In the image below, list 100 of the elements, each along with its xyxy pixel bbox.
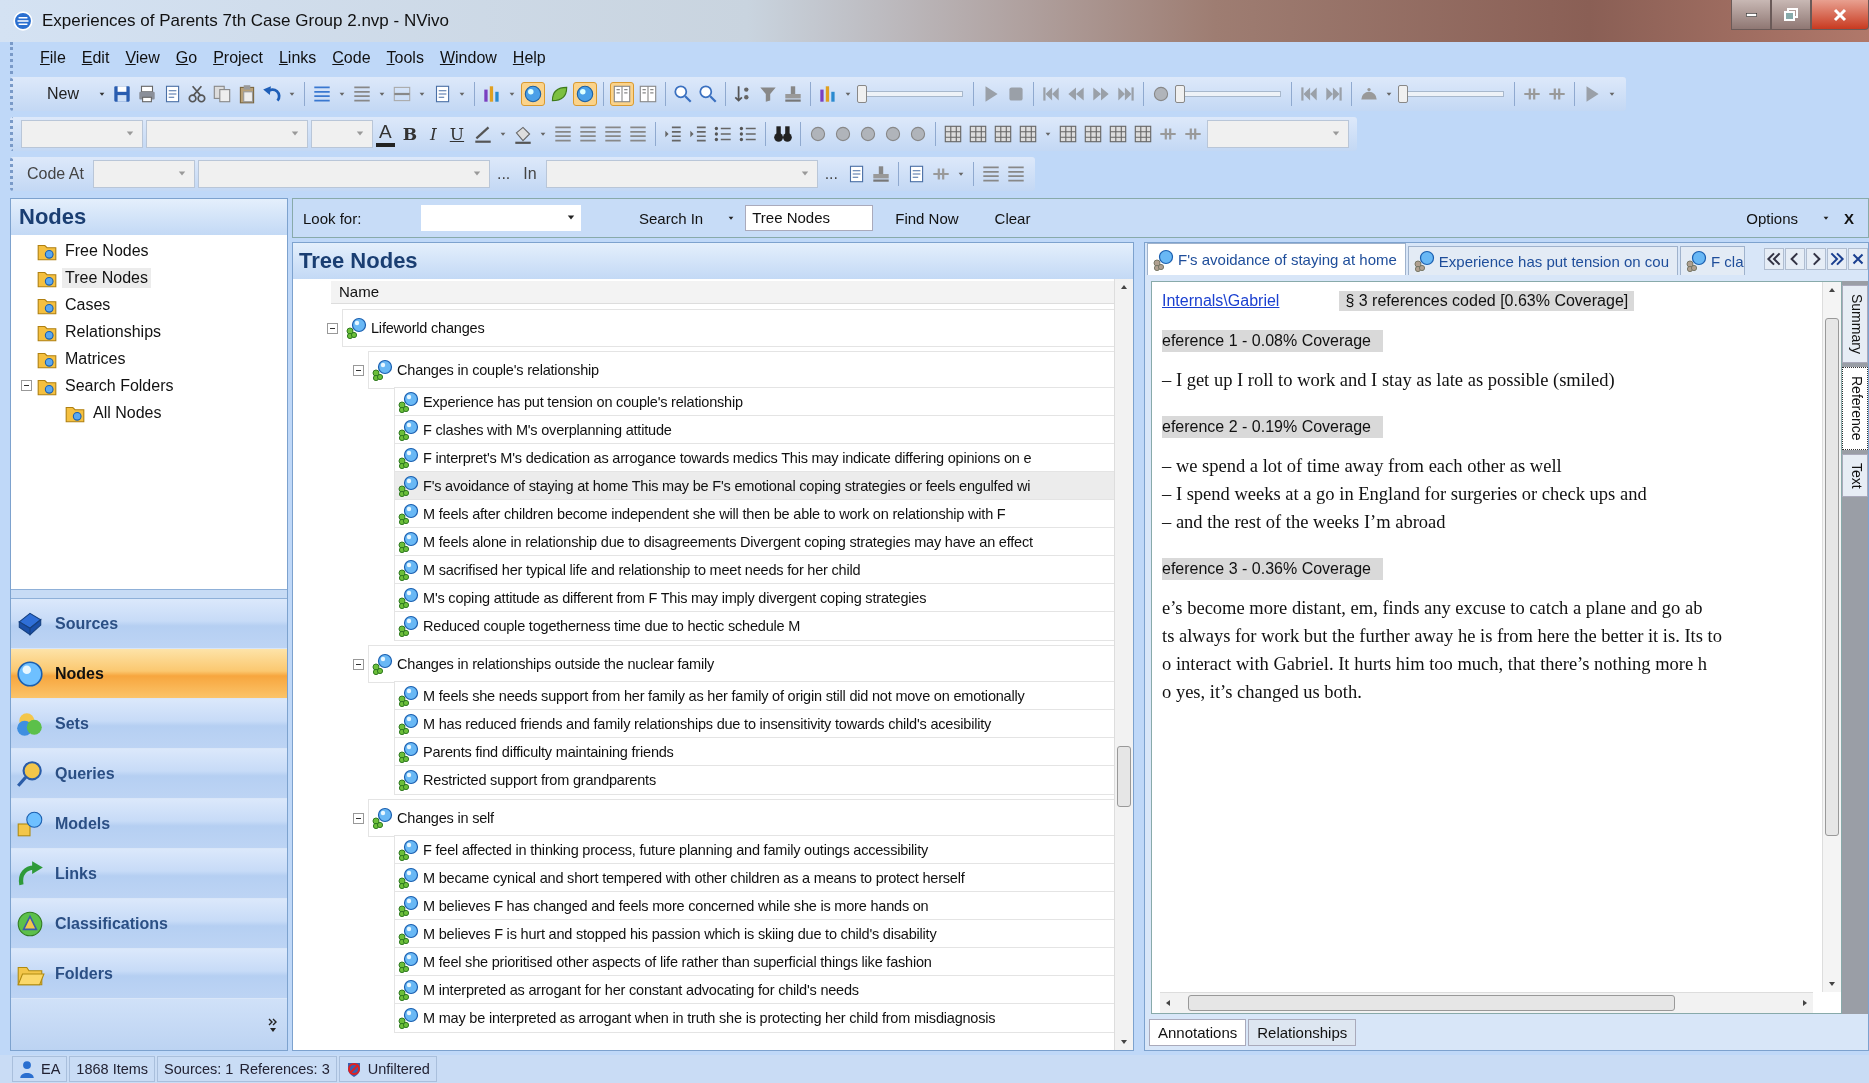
splitter-handle[interactable] (11, 589, 287, 599)
browse-button[interactable]: ... (492, 165, 515, 183)
side-tab[interactable]: Reference (1842, 366, 1868, 450)
folder-item[interactable]: Cases (62, 294, 114, 315)
document-tab[interactable]: Experience has put tension on cou (1407, 246, 1678, 275)
vertical-scrollbar[interactable] (1114, 279, 1133, 1050)
format-button[interactable]: U (444, 124, 470, 144)
navigation-button[interactable]: Nodes (11, 649, 287, 699)
source-link[interactable]: Internals\Gabriel (1162, 292, 1280, 310)
panel-icon[interactable] (610, 82, 634, 106)
magnifier-icon[interactable] (697, 83, 719, 105)
collapse-icon[interactable] (353, 658, 364, 670)
magnifier-icon[interactable] (672, 83, 694, 105)
close-icon[interactable] (1848, 248, 1868, 270)
menu-item[interactable]: Links (273, 47, 322, 69)
document-tab[interactable]: F's avoidance of staying at home (1147, 243, 1406, 275)
bottom-tab[interactable]: Relationships (1248, 1018, 1357, 1046)
search-in-button[interactable]: Search In (625, 205, 718, 231)
folder-item[interactable]: Tree Nodes (62, 267, 151, 288)
node-row[interactable]: Changes in self (368, 799, 1114, 837)
node-row[interactable]: M's coping attitude as different from F This may imply divergent coping strategies (394, 583, 1114, 613)
stamp-icon[interactable] (782, 83, 804, 105)
menu-item[interactable]: Tools (381, 47, 429, 69)
node-row[interactable]: Changes in couple's relationship (368, 351, 1114, 389)
sphere-icon[interactable] (573, 82, 597, 106)
navigation-button[interactable]: Sources (11, 599, 287, 649)
node-row[interactable]: Restricted support from grandparents (394, 765, 1114, 795)
node-row[interactable]: M has reduced friends and family relationships due to insensitivity towards child's acesibility (394, 709, 1114, 739)
slider-thumb[interactable] (1175, 85, 1185, 103)
restore-button[interactable] (1771, 0, 1811, 30)
node-row[interactable]: Lifeworld changes (342, 309, 1114, 347)
node-row[interactable]: M believes F is hurt and stopped his passion which is skiing due to child's disability (394, 919, 1114, 949)
new-button[interactable]: New (21, 83, 93, 105)
table-style-dropdown[interactable] (1207, 120, 1350, 148)
node-row[interactable]: M believes F has changed and feels more concerned while she is more hands on (394, 891, 1114, 921)
menu-item[interactable]: View (120, 47, 165, 69)
side-tab[interactable]: Summary (1842, 285, 1868, 363)
font-size-dropdown[interactable] (311, 120, 373, 148)
menu-item[interactable]: Edit (76, 47, 115, 69)
node-row[interactable]: M sacrifised her typical life and relationship to meet needs for her child (394, 555, 1114, 585)
node-row[interactable]: Reduced couple togetherness time due to hectic schedule M (394, 611, 1114, 641)
navigation-button[interactable]: Models (11, 799, 287, 849)
close-button[interactable]: X (1840, 205, 1858, 231)
format-button[interactable]: B (397, 124, 423, 144)
scissors-icon[interactable] (186, 83, 208, 105)
printer-icon[interactable] (136, 83, 158, 105)
close-button[interactable] (1811, 0, 1869, 30)
horizontal-scrollbar[interactable] (1160, 992, 1813, 1013)
floppy-icon[interactable] (111, 83, 133, 105)
bottom-tab[interactable]: Annotations (1149, 1018, 1247, 1046)
node-row[interactable]: F clashes with M's overplanning attitude (394, 415, 1114, 445)
scroll-thumb[interactable] (1188, 995, 1675, 1011)
panel-icon[interactable] (637, 83, 659, 105)
menu-item[interactable]: Project (208, 47, 268, 69)
node-row[interactable]: F feel affected in thinking process, future planning and family outings accessibility (394, 835, 1114, 865)
sphere-icon[interactable] (521, 82, 545, 106)
format-button[interactable]: I (425, 124, 442, 144)
folder-item[interactable]: Relationships (62, 321, 165, 342)
vertical-scrollbar[interactable] (1822, 282, 1841, 992)
menu-item[interactable]: Go (170, 47, 203, 69)
node-row[interactable]: M feels she needs support from her family as her family of origin still did not move on emotionally (394, 681, 1114, 711)
column-header[interactable]: Name (331, 281, 1114, 304)
font-name-dropdown[interactable] (146, 120, 308, 148)
navigation-button[interactable]: Links (11, 849, 287, 899)
copy-icon[interactable] (211, 83, 233, 105)
navigation-button[interactable]: Sets (11, 699, 287, 749)
folder-item[interactable]: All Nodes (90, 402, 165, 423)
collapse-icon[interactable] (353, 364, 364, 376)
scroll-thumb[interactable] (1825, 318, 1839, 836)
minimize-button[interactable] (1731, 0, 1771, 30)
font-style-dropdown[interactable] (21, 120, 143, 148)
code-at-type-dropdown[interactable] (92, 160, 195, 188)
scroll-thumb[interactable] (1117, 745, 1131, 807)
chevron-icon[interactable] (267, 1016, 279, 1033)
folder-item[interactable]: Matrices (62, 348, 129, 369)
look-for-field[interactable] (421, 205, 581, 231)
folder-item[interactable]: Free Nodes (62, 240, 152, 261)
binoculars-icon[interactable] (772, 123, 795, 145)
navigation-button[interactable]: Classifications (11, 899, 287, 949)
slider-thumb[interactable] (1398, 85, 1408, 103)
browse-button[interactable]: ... (820, 165, 842, 183)
node-row[interactable]: M may be interpreted as arrogant when in truth she is protecting her child from misdiagnosis (394, 1003, 1114, 1033)
node-row[interactable]: F's avoidance of staying at home This may be F's emotional coping strategies or feels engulfed wi (394, 471, 1114, 501)
clear-button[interactable]: Clear (980, 205, 1045, 231)
node-row[interactable]: Changes in relationships outside the nuclear family (368, 645, 1114, 683)
scope-field[interactable]: Tree Nodes (745, 205, 874, 231)
menu-item[interactable]: File (35, 47, 71, 69)
navigation-button[interactable]: Queries (11, 749, 287, 799)
node-row[interactable]: F interpret's M's dedication as arrogance towards medics This may indicate differing opinions on e (394, 443, 1114, 473)
node-row[interactable]: M feel she prioritised other aspects of life rather than superficial things like fashion (394, 947, 1114, 977)
collapse-icon[interactable] (21, 380, 32, 391)
node-row[interactable]: Parents find difficulty maintaining friends (394, 737, 1114, 767)
slider-thumb[interactable] (857, 85, 867, 103)
side-tab[interactable]: Text (1842, 453, 1868, 498)
node-row[interactable]: Experience has put tension on couple's relationship (394, 387, 1114, 417)
collapse-icon[interactable] (327, 322, 338, 334)
collapse-icon[interactable] (353, 812, 364, 824)
code-at-node-dropdown[interactable] (197, 160, 490, 188)
node-row[interactable]: M feels after children become independent she will then be able to work on relationship with F (394, 499, 1114, 529)
options-button[interactable]: Options (1732, 205, 1812, 231)
